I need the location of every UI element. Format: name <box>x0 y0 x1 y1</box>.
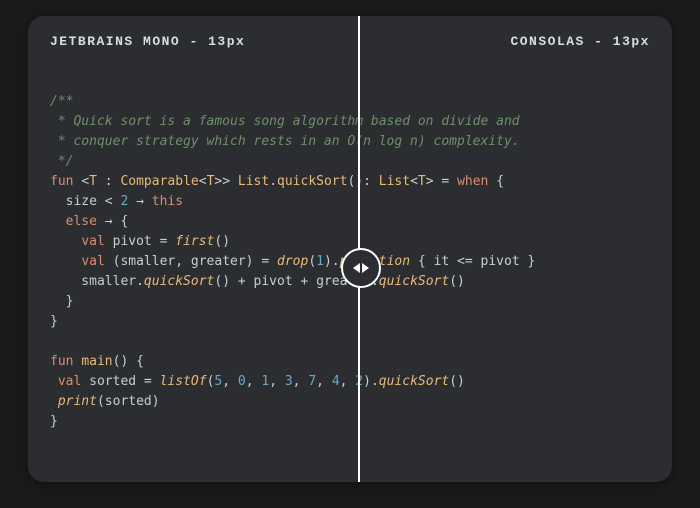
kw-fun: fun <box>50 174 73 189</box>
font-compare-panel: JETBRAINS MONO - 13px CONSOLAS - 13px /*… <box>28 16 672 482</box>
left-font-name: JETBRAINS MONO <box>50 34 180 49</box>
left-font-label: JETBRAINS MONO - 13px <box>50 34 245 49</box>
sep-left: - <box>180 34 208 49</box>
comment-line: * Quick sort is a famous song algorithm … <box>50 114 520 129</box>
header-bar: JETBRAINS MONO - 13px CONSOLAS - 13px <box>50 34 650 49</box>
chevron-left-icon <box>353 263 360 273</box>
comment-line: */ <box>50 154 73 169</box>
left-font-size: 13px <box>208 34 245 49</box>
chevron-right-icon <box>362 263 369 273</box>
compare-handle[interactable] <box>341 248 381 288</box>
right-font-size: 13px <box>613 34 650 49</box>
right-font-label: CONSOLAS - 13px <box>510 34 650 49</box>
comment-line: * conquer strategy which rests in an O(n… <box>50 134 520 149</box>
right-font-name: CONSOLAS <box>510 34 584 49</box>
comment-line: /** <box>50 94 73 109</box>
sep-right: - <box>585 34 613 49</box>
